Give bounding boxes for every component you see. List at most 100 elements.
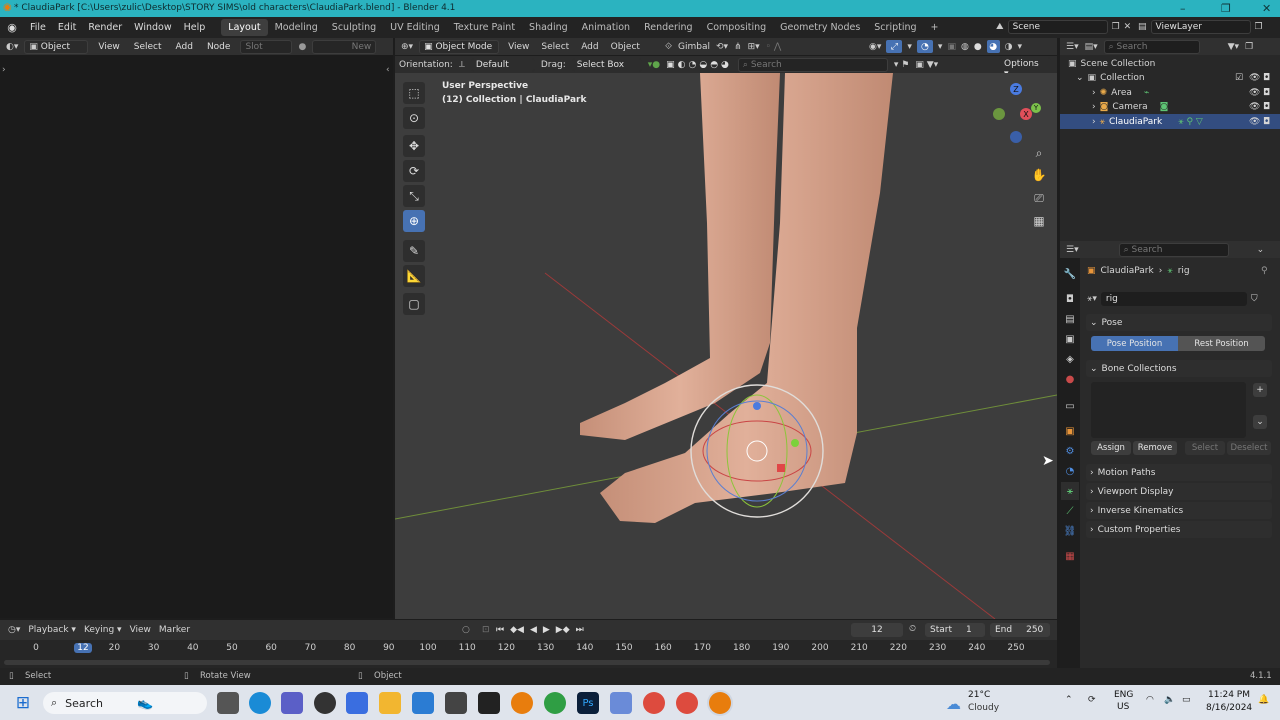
jump-start-icon[interactable]: ⏮: [496, 625, 504, 635]
close-icon[interactable]: ✕: [1262, 2, 1271, 15]
navigation-gizmo[interactable]: Z Y X: [993, 81, 1043, 143]
app-icon-4[interactable]: [478, 692, 500, 714]
delete-scene-icon[interactable]: ✕: [1124, 22, 1132, 32]
material-shading-icon[interactable]: ◕: [986, 40, 1000, 53]
select-mode-icons[interactable]: ▣◐◔◒◓◕: [666, 60, 732, 70]
gizmo-neg-y-icon[interactable]: [993, 108, 1005, 120]
add-bone-collection-icon[interactable]: +: [1253, 383, 1267, 397]
bone-collections-list[interactable]: [1091, 382, 1246, 438]
keying-menu[interactable]: Keying ▾: [84, 625, 122, 635]
fake-user-shield-icon[interactable]: ⛉: [1251, 294, 1258, 304]
menu-file[interactable]: File: [24, 22, 52, 33]
overlay-toggle-icon[interactable]: ◔: [916, 40, 933, 53]
gizmo-neg-z-icon[interactable]: [1010, 131, 1022, 143]
viewport-search-input[interactable]: ⌕ Search: [737, 57, 888, 72]
expand-icon[interactable]: ›: [1092, 117, 1096, 127]
tab-scripting[interactable]: Scripting: [867, 19, 923, 36]
notification-icon[interactable]: 🔔: [1258, 695, 1269, 705]
blender-menu-icon[interactable]: ◉: [0, 21, 24, 34]
remove-button[interactable]: Remove: [1133, 441, 1177, 455]
wireframe-shading-icon[interactable]: ◍: [961, 42, 969, 52]
bookmark-icon[interactable]: ▾ ⚑: [894, 60, 909, 70]
view-layer-tab-icon[interactable]: ▣: [1061, 330, 1079, 348]
overlay-options-icon[interactable]: ▾: [938, 42, 943, 52]
menu-select-left[interactable]: Select: [130, 42, 166, 52]
play-icon[interactable]: ▶: [543, 625, 550, 635]
menu-render[interactable]: Render: [82, 22, 128, 33]
app-icon-5[interactable]: [544, 692, 566, 714]
transform-tool-icon[interactable]: ⊕: [403, 210, 425, 232]
edge-icon[interactable]: [249, 692, 271, 714]
solid-shading-icon[interactable]: ●: [974, 42, 982, 52]
menu-object[interactable]: Object: [608, 42, 643, 52]
pan-hand-icon[interactable]: ✋: [1029, 165, 1049, 185]
chrome-icon-2[interactable]: [676, 692, 698, 714]
menu-help[interactable]: Help: [178, 22, 212, 33]
armature-tab-icon[interactable]: ⚹: [1061, 482, 1079, 500]
tab-shading[interactable]: Shading: [522, 19, 575, 36]
snap-options-icon[interactable]: ⊞▾: [748, 42, 760, 52]
pin-icon[interactable]: ⚲: [1261, 266, 1268, 276]
tab-sculpting[interactable]: Sculpting: [325, 19, 383, 36]
tab-texture-paint[interactable]: Texture Paint: [447, 19, 522, 36]
render-camera-icon[interactable]: ◘: [1263, 73, 1270, 83]
bone-tab-icon[interactable]: ⟋: [1061, 502, 1079, 520]
inverse-kinematics-panel-header[interactable]: › Inverse Kinematics: [1086, 502, 1272, 519]
minimize-icon[interactable]: –: [1180, 2, 1186, 15]
expand-icon[interactable]: ›: [1092, 88, 1096, 98]
gizmo-toggle-icon[interactable]: ⤢: [886, 40, 903, 53]
bone-collections-panel-header[interactable]: ⌄ Bone Collections: [1086, 360, 1272, 377]
gizmo-options-icon[interactable]: ▾: [907, 42, 912, 52]
new-material-button[interactable]: New: [312, 39, 377, 54]
maximize-icon[interactable]: ❐: [1221, 2, 1231, 15]
slot-dropdown[interactable]: Slot: [240, 39, 293, 54]
outliner-search-input[interactable]: ⌕ Search: [1103, 39, 1200, 54]
view-layer-selector[interactable]: ViewLayer: [1150, 20, 1251, 34]
taskbar-search[interactable]: ⌕ Search 👟: [43, 692, 207, 714]
rest-position-button[interactable]: Rest Position: [1178, 336, 1265, 351]
camera-view-icon[interactable]: ⎚: [1029, 188, 1049, 208]
move-tool-icon[interactable]: ✥: [403, 135, 425, 157]
menu-select[interactable]: Select: [538, 42, 572, 52]
viewport-display-panel-header[interactable]: › Viewport Display: [1086, 483, 1272, 500]
keying-set-icon[interactable]: ⊡: [482, 625, 490, 635]
filter-icon[interactable]: ▣ ▼▾: [915, 60, 938, 70]
prev-keyframe-icon[interactable]: ◆◀: [510, 625, 524, 635]
render-camera-icon[interactable]: ◘: [1263, 117, 1270, 127]
texture-tab-icon[interactable]: ▦: [1061, 547, 1079, 565]
custom-properties-panel-header[interactable]: › Custom Properties: [1086, 521, 1272, 538]
display-mode-icon[interactable]: ▤▾: [1085, 42, 1098, 52]
bone-constraint-tab-icon[interactable]: ⛓: [1061, 522, 1079, 540]
output-tab-icon[interactable]: ▤: [1061, 310, 1079, 328]
visibility-eye-icon[interactable]: 👁: [1249, 73, 1260, 83]
3d-viewport[interactable]: User Perspective (12) Collection | Claud…: [395, 73, 1057, 619]
gizmo-y-axis-icon[interactable]: Y: [1031, 103, 1041, 113]
current-frame-marker[interactable]: 12: [74, 643, 93, 653]
grid-perspective-icon[interactable]: ▦: [1029, 211, 1049, 231]
timeline-view-menu[interactable]: View: [130, 625, 151, 635]
pose-position-button[interactable]: Pose Position: [1091, 336, 1178, 351]
menu-add-left[interactable]: Add: [172, 42, 197, 52]
play-reverse-icon[interactable]: ◀: [530, 625, 537, 635]
tab-animation[interactable]: Animation: [575, 19, 637, 36]
properties-type-icon[interactable]: ☰▾: [1066, 245, 1079, 255]
language-label[interactable]: ENG: [1114, 690, 1133, 700]
xray-icon[interactable]: ▣: [947, 42, 956, 52]
object-tab-icon[interactable]: ▣: [1061, 422, 1079, 440]
add-cube-tool-icon[interactable]: ▢: [403, 293, 425, 315]
tab-geometry-nodes[interactable]: Geometry Nodes: [773, 19, 867, 36]
render-camera-icon[interactable]: ◘: [1263, 102, 1270, 112]
data-name-field[interactable]: rig: [1100, 291, 1247, 306]
scene-selector[interactable]: Scene: [1007, 20, 1108, 34]
tab-compositing[interactable]: Compositing: [700, 19, 774, 36]
clock-time[interactable]: 11:24 PM: [1208, 690, 1250, 700]
blender-taskbar-icon-1[interactable]: [511, 692, 533, 714]
mode-dropdown[interactable]: ▣ Object Mode: [419, 39, 500, 54]
outliner-filter-icon[interactable]: ▼▾: [1228, 42, 1239, 52]
timeline-type-icon[interactable]: ◷▾: [8, 625, 20, 635]
gizmo-z-axis-icon[interactable]: Z: [1010, 83, 1022, 95]
data-block-selector[interactable]: ⚹▾ rig ⛉: [1087, 291, 1273, 306]
bone-collection-menu-icon[interactable]: ⌄: [1253, 415, 1267, 429]
preview-range-icon[interactable]: ⏲: [909, 624, 916, 634]
outliner-row-claudiapark[interactable]: › ⚹ ClaudiaPark ⚹ ⚲ ▽ 👁 ◘: [1060, 114, 1280, 129]
